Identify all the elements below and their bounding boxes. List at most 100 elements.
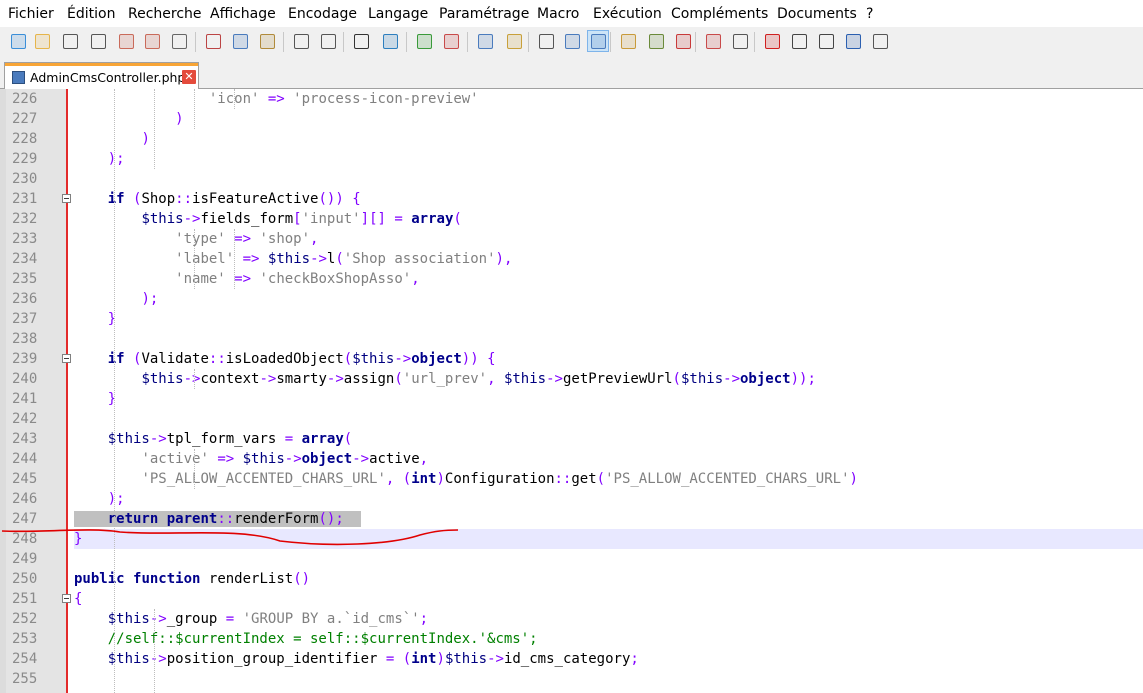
code-line[interactable]: $this->_group = 'GROUP BY a.`id_cms`'; $… [74, 609, 1143, 629]
play-macro-button[interactable] [815, 30, 837, 52]
show-all-chars-button[interactable] [561, 30, 583, 52]
paste-icon [259, 33, 275, 49]
menu-fichier[interactable]: Fichier [8, 6, 54, 22]
code-line[interactable] [74, 169, 1143, 189]
zoom-in-icon [416, 33, 432, 49]
code-line[interactable]: if (Shop::isFeatureActive()) { if (Shop:… [74, 189, 1143, 209]
indent-guide [114, 89, 115, 693]
menu-execution[interactable]: Exécution [593, 6, 662, 22]
code-line[interactable]: 'active' => $this->object->active, 'acti… [74, 449, 1143, 469]
fold-toggle-icon[interactable] [62, 594, 71, 603]
fold-toggle-icon[interactable] [62, 354, 71, 363]
code-line[interactable]: ) ) [74, 109, 1143, 129]
line-number: 255 [12, 671, 38, 687]
line-number: 241 [12, 391, 38, 407]
line-number: 248 [12, 531, 38, 547]
code-line[interactable]: 'PS_ALLOW_ACCENTED_CHARS_URL', (int)Conf… [74, 469, 1143, 489]
record-macro-button[interactable] [761, 30, 783, 52]
find-button[interactable] [350, 30, 372, 52]
code-line[interactable]: ); ); [74, 149, 1143, 169]
new-file-button[interactable] [7, 30, 29, 52]
save-button[interactable] [59, 30, 81, 52]
code-line[interactable]: {{ [74, 589, 1143, 609]
doc-map-button[interactable] [645, 30, 667, 52]
user-language-icon [620, 33, 636, 49]
zoom-out-icon [443, 33, 459, 49]
menu-recherche[interactable]: Recherche [128, 6, 202, 22]
code-line[interactable]: //self::$currentIndex = self::$currentIn… [74, 629, 1143, 649]
code-line[interactable] [74, 549, 1143, 569]
code-line[interactable]: } } [74, 389, 1143, 409]
menu-documents[interactable]: Documents [777, 6, 857, 22]
indent-guide [234, 89, 235, 109]
function-list-button[interactable] [672, 30, 694, 52]
menu-langage[interactable]: Langage [368, 6, 428, 22]
redo-button[interactable] [317, 30, 339, 52]
zoom-in-button[interactable] [413, 30, 435, 52]
run-macro-multiple-button[interactable] [842, 30, 864, 52]
menu-affichage[interactable]: Affichage [210, 6, 276, 22]
code-line[interactable] [74, 329, 1143, 349]
save-all-icon [90, 33, 106, 49]
save-macro-button[interactable] [869, 30, 891, 52]
sync-horizontal-button[interactable] [503, 30, 525, 52]
function-list-icon [675, 33, 691, 49]
code-line[interactable]: } } [74, 309, 1143, 329]
tab-admincmscontroller[interactable]: AdminCmsController.php ✕ [4, 62, 199, 89]
code-editor[interactable]: 226 'icon' => 'process-icon-preview' 'ic… [0, 89, 1143, 693]
menu-edition[interactable]: Édition [67, 6, 115, 22]
code-line[interactable]: $this->tpl_form_vars = array( $this->tpl… [74, 429, 1143, 449]
line-number: 243 [12, 431, 38, 447]
cut-button[interactable] [202, 30, 224, 52]
line-number: 239 [12, 351, 38, 367]
indent-guide [234, 229, 235, 289]
code-line[interactable]: $this->position_group_identifier = (int)… [74, 649, 1143, 669]
word-wrap-button[interactable] [535, 30, 557, 52]
code-line[interactable] [74, 409, 1143, 429]
menu-macro[interactable]: Macro [537, 6, 579, 22]
line-number: 232 [12, 211, 38, 227]
indent-guide [154, 609, 155, 693]
fold-toggle-icon[interactable] [62, 194, 71, 203]
code-line[interactable]: ); ); [74, 289, 1143, 309]
code-line[interactable]: $this->fields_form['input'][] = array( $… [74, 209, 1143, 229]
indent-guide-button[interactable] [587, 30, 609, 52]
print-button[interactable] [168, 30, 190, 52]
menu-complements[interactable]: Compléments [671, 6, 768, 22]
close-all-button[interactable] [141, 30, 163, 52]
folder-workspace-button[interactable] [702, 30, 724, 52]
line-number: 231 [12, 191, 38, 207]
indent-guide [154, 89, 155, 169]
replace-button[interactable] [379, 30, 401, 52]
code-line[interactable]: }} [74, 529, 1143, 549]
menu-help[interactable]: ? [866, 6, 873, 22]
open-file-button[interactable] [31, 30, 53, 52]
code-line[interactable]: ); ); [74, 489, 1143, 509]
menu-encodage[interactable]: Encodage [288, 6, 357, 22]
close-file-button[interactable] [115, 30, 137, 52]
code-line[interactable] [74, 669, 1143, 689]
paste-button[interactable] [256, 30, 278, 52]
monitoring-icon [732, 33, 748, 49]
copy-button[interactable] [229, 30, 251, 52]
stop-macro-button[interactable] [788, 30, 810, 52]
code-line[interactable]: public function renderList()public funct… [74, 569, 1143, 589]
code-line[interactable]: ) ) [74, 129, 1143, 149]
code-line[interactable]: if (Validate::isLoadedObject($this->obje… [74, 349, 1143, 369]
monitoring-button[interactable] [729, 30, 751, 52]
replace-icon [382, 33, 398, 49]
line-number: 230 [12, 171, 38, 187]
zoom-out-button[interactable] [440, 30, 462, 52]
copy-icon [232, 33, 248, 49]
close-tab-icon[interactable]: ✕ [182, 70, 196, 84]
code-line[interactable]: $this->context->smarty->assign('url_prev… [74, 369, 1143, 389]
user-language-button[interactable] [617, 30, 639, 52]
line-number: 247 [12, 511, 38, 527]
sync-vertical-button[interactable] [474, 30, 496, 52]
save-all-button[interactable] [87, 30, 109, 52]
toolbar-separator [528, 32, 529, 52]
sync-vertical-icon [477, 33, 493, 49]
menu-parametrage[interactable]: Paramétrage [439, 6, 529, 22]
code-line[interactable]: return parent::renderForm(); return pare… [74, 509, 1143, 529]
undo-button[interactable] [290, 30, 312, 52]
